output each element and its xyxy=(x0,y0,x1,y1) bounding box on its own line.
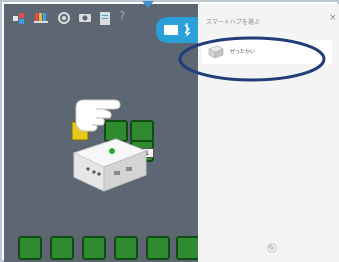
settings-icon[interactable] xyxy=(56,11,72,25)
distance-sensor-block-icon[interactable] xyxy=(176,236,200,260)
help-icon[interactable]: ? xyxy=(119,9,125,23)
hub-list-item[interactable]: ぜったかい xyxy=(202,40,332,64)
motor-stop-block-icon[interactable] xyxy=(82,236,106,260)
motor-power-block-icon[interactable] xyxy=(114,236,138,260)
motor-backward-block-icon[interactable] xyxy=(50,236,74,260)
close-icon[interactable]: × xyxy=(329,14,337,23)
pointer-arrow-icon xyxy=(142,1,154,8)
smart-hub-icon xyxy=(208,45,224,59)
connect-hub-button[interactable] xyxy=(154,13,198,47)
app-frame: ? 1 スマートハブを選ぶ × ぜったかい xyxy=(0,0,339,262)
blocks-menu-icon[interactable] xyxy=(12,11,28,25)
hand-pointer-icon xyxy=(75,99,121,132)
camera-icon[interactable] xyxy=(77,11,93,25)
tilt-sensor-block-icon[interactable] xyxy=(146,236,170,260)
hub-name-label: ぜったかい xyxy=(230,49,256,55)
paint-icon[interactable] xyxy=(33,11,51,25)
block-palette xyxy=(4,232,200,262)
smart-hub-select-panel: スマートハブを選ぶ × ぜったかい xyxy=(198,4,339,262)
document-icon[interactable] xyxy=(98,11,112,27)
loading-spinner-icon xyxy=(267,243,277,253)
smart-hub-illustration xyxy=(72,138,148,192)
panel-title: スマートハブを選ぶ xyxy=(206,19,260,26)
motor-forward-block-icon[interactable] xyxy=(18,236,42,260)
